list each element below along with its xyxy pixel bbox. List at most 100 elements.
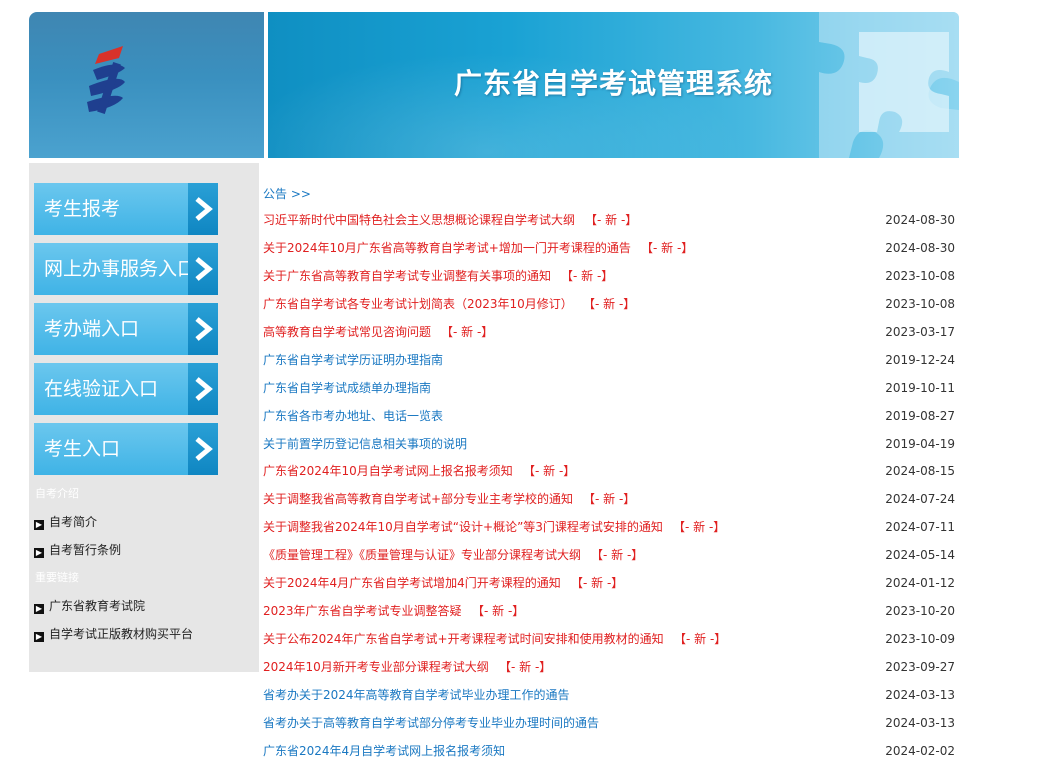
- notice-row: 关于2024年4月广东省自学考试增加4门开考课程的通知 【- 新 -】 2024-0…: [263, 570, 955, 598]
- notice-title-link[interactable]: 习近平新时代中国特色社会主义思想概论课程自学考试大纲: [263, 207, 575, 235]
- banner: 广东省自学考试管理系统: [268, 12, 959, 158]
- puzzle-decoration-icon: [819, 12, 959, 158]
- sidebar-link-textbook-platform[interactable]: ▶ 自学考试正版教材购买平台: [34, 625, 193, 642]
- notice-row: 2024年10月新开考专业部分课程考试大纲 【- 新 -】 2023-09-27: [263, 654, 955, 682]
- nav-button-label: 考生报考: [44, 198, 121, 220]
- notice-title-link[interactable]: 广东省自学考试各专业考试计划简表（2023年10月修订）: [263, 291, 573, 319]
- notice-date: 2023-10-08: [885, 296, 955, 311]
- nav-button-label: 考办端入口: [44, 318, 140, 340]
- nav-button-label: 考生入口: [44, 438, 121, 460]
- notice-row: 广东省自学考试成绩单办理指南 2019-10-11: [263, 375, 955, 403]
- sidebar: 考生报考 网上办事服务入口 考办端入口 在线验证入口 考生入口 自考介绍 ▶ 自考…: [29, 163, 259, 672]
- notice-row: 省考办关于2024年高等教育自学考试毕业办理工作的通告 2024-03-13: [263, 682, 955, 710]
- notice-row: 省考办关于高等教育自学考试部分停考专业毕业办理时间的通告 2024-03-13: [263, 710, 955, 738]
- notice-row: 关于2024年10月广东省高等教育自学考试+增加一门开考课程的通告 【- 新 -】…: [263, 235, 955, 263]
- notice-title-link[interactable]: 广东省自学考试成绩单办理指南: [263, 375, 431, 403]
- notice-title-link[interactable]: 关于2024年10月广东省高等教育自学考试+增加一门开考课程的通告: [263, 235, 631, 263]
- exam-authority-logo: [87, 46, 125, 114]
- notice-date: 2024-08-30: [885, 240, 955, 255]
- notice-date: 2024-01-12: [885, 576, 955, 591]
- notice-title-link[interactable]: 《质量管理工程》《质量管理与认证》专业部分课程考试大纲: [263, 542, 581, 570]
- notice-title-link[interactable]: 广东省2024年10月自学考试网上报名报考须知: [263, 458, 513, 486]
- notice-row: 广东省自学考试各专业考试计划简表（2023年10月修订） 【- 新 -】 2023-…: [263, 291, 955, 319]
- new-badge: 【- 新 -】: [561, 268, 614, 283]
- notice-title-link[interactable]: 高等教育自学考试常见咨询问题: [263, 319, 431, 347]
- notice-row: 广东省自学考试学历证明办理指南 2019-12-24: [263, 347, 955, 375]
- online-service-entry-button[interactable]: 网上办事服务入口: [34, 243, 218, 295]
- notice-title-link[interactable]: 关于调整我省2024年10月自学考试“设计+概论”等3门课程考试安排的通知: [263, 514, 663, 542]
- section-title-links: 重要链接: [35, 571, 79, 584]
- notice-title-link[interactable]: 关于公布2024年广东省自学考试+开考课程考试时间安排和使用教材的通知: [263, 626, 664, 654]
- header: 广东省自学考试管理系统: [29, 12, 959, 158]
- chevron-right-icon: [188, 303, 218, 355]
- new-badge: 【- 新 -】: [472, 604, 525, 619]
- chevron-right-icon: [188, 423, 218, 475]
- notice-title-link[interactable]: 广东省各市考办地址、电话一览表: [263, 403, 443, 431]
- new-badge: 【- 新 -】: [673, 520, 726, 535]
- chevron-right-icon: [188, 243, 218, 295]
- notice-date: 2019-10-11: [885, 380, 955, 395]
- new-badge: 【- 新 -】: [441, 324, 494, 339]
- logo-panel: [29, 12, 264, 158]
- notice-row: 广东省2024年10月自学考试网上报名报考须知 【- 新 -】 2024-08-15: [263, 458, 955, 486]
- notice-date: 2019-12-24: [885, 352, 955, 367]
- notice-row: 关于公布2024年广东省自学考试+开考课程考试时间安排和使用教材的通知 【- 新 …: [263, 626, 955, 654]
- notice-date: 2024-03-13: [885, 715, 955, 730]
- notice-row: 习近平新时代中国特色社会主义思想概论课程自学考试大纲 【- 新 -】 2024-08…: [263, 207, 955, 235]
- new-badge: 【- 新 -】: [583, 492, 636, 507]
- notice-row: 关于前置学历登记信息相关事项的说明 2019-04-19: [263, 431, 955, 459]
- notice-date: 2019-04-19: [885, 436, 955, 451]
- notice-row: 广东省2024年4月自学考试网上报名报考须知 2024-02-02: [263, 738, 955, 766]
- notice-date: 2024-08-30: [885, 213, 955, 227]
- notice-date: 2024-03-13: [885, 687, 955, 702]
- notice-date: 2024-08-15: [885, 464, 955, 479]
- notice-title-link[interactable]: 关于前置学历登记信息相关事项的说明: [263, 431, 467, 459]
- sidebar-link-exam-institute[interactable]: ▶ 广东省教育考试院: [34, 597, 145, 614]
- notice-title-link[interactable]: 2024年10月新开考专业部分课程考试大纲: [263, 654, 489, 682]
- new-badge: 【- 新 -】: [585, 213, 638, 227]
- chevron-right-icon: [188, 363, 218, 415]
- notice-title-link[interactable]: 关于调整我省高等教育自学考试+部分专业主考学校的通知: [263, 486, 573, 514]
- notice-list: 习近平新时代中国特色社会主义思想概论课程自学考试大纲 【- 新 -】 2024-08…: [263, 207, 955, 766]
- arrow-bullet-icon: ▶: [34, 520, 44, 530]
- notice-date: 2023-03-17: [885, 324, 955, 339]
- notice-date: 2023-09-27: [885, 660, 955, 674]
- candidate-entry-button[interactable]: 考生入口: [34, 423, 218, 475]
- new-badge: 【- 新 -】: [641, 240, 694, 255]
- nav-button-label: 网上办事服务入口: [44, 258, 197, 280]
- new-badge: 【- 新 -】: [523, 464, 576, 479]
- notice-title-link[interactable]: 关于广东省高等教育自学考试专业调整有关事项的通知: [263, 263, 551, 291]
- candidate-registration-button[interactable]: 考生报考: [34, 183, 218, 235]
- notice-date: 2023-10-09: [885, 632, 955, 647]
- new-badge: 【- 新 -】: [591, 548, 644, 563]
- new-badge: 【- 新 -】: [583, 296, 636, 311]
- notice-title-link[interactable]: 省考办关于高等教育自学考试部分停考专业毕业办理时间的通告: [263, 710, 599, 738]
- notice-row: 关于广东省高等教育自学考试专业调整有关事项的通知 【- 新 -】 2023-10-0…: [263, 263, 955, 291]
- new-badge: 【- 新 -】: [499, 660, 552, 674]
- notice-title-link[interactable]: 广东省自学考试学历证明办理指南: [263, 347, 443, 375]
- notice-title-link[interactable]: 关于2024年4月广东省自学考试增加4门开考课程的通知: [263, 570, 561, 598]
- notice-title-link[interactable]: 2023年广东省自学考试专业调整答疑: [263, 598, 462, 626]
- notice-date: 2019-08-27: [885, 408, 955, 423]
- notices-heading[interactable]: 公告 >>: [263, 185, 311, 202]
- notice-title-link[interactable]: 省考办关于2024年高等教育自学考试毕业办理工作的通告: [263, 682, 570, 710]
- arrow-bullet-icon: ▶: [34, 632, 44, 642]
- notice-date: 2023-10-08: [885, 268, 955, 283]
- notice-date: 2023-10-20: [885, 604, 955, 619]
- chevron-right-icon: [188, 183, 218, 235]
- notice-date: 2024-05-14: [885, 548, 955, 563]
- nav-button-label: 在线验证入口: [44, 378, 159, 400]
- sidebar-link-regulations[interactable]: ▶ 自考暂行条例: [34, 541, 121, 558]
- new-badge: 【- 新 -】: [571, 576, 624, 591]
- new-badge: 【- 新 -】: [674, 632, 727, 647]
- notice-row: 广东省各市考办地址、电话一览表 2019-08-27: [263, 403, 955, 431]
- exam-office-entry-button[interactable]: 考办端入口: [34, 303, 218, 355]
- notice-row: 2023年广东省自学考试专业调整答疑 【- 新 -】 2023-10-20: [263, 598, 955, 626]
- sidebar-link-intro[interactable]: ▶ 自考简介: [34, 513, 97, 530]
- online-verification-button[interactable]: 在线验证入口: [34, 363, 218, 415]
- notice-row: 关于调整我省2024年10月自学考试“设计+概论”等3门课程考试安排的通知 【- …: [263, 514, 955, 542]
- notice-row: 高等教育自学考试常见咨询问题 【- 新 -】 2023-03-17: [263, 319, 955, 347]
- notice-date: 2024-07-11: [885, 520, 955, 535]
- notice-title-link[interactable]: 广东省2024年4月自学考试网上报名报考须知: [263, 738, 505, 766]
- arrow-bullet-icon: ▶: [34, 604, 44, 614]
